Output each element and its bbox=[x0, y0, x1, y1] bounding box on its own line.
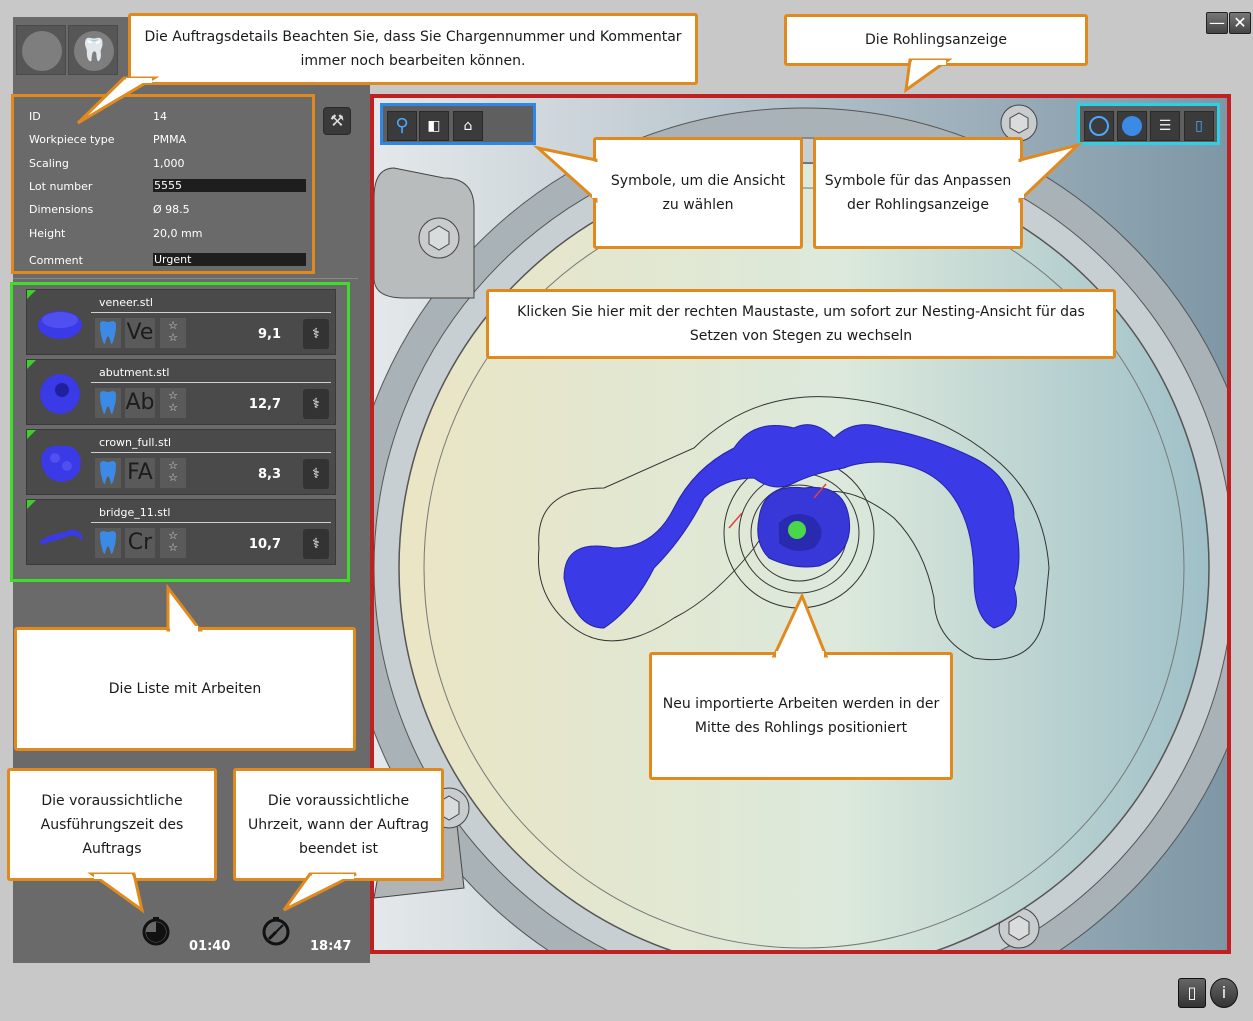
callout-new-jobs-tail bbox=[771, 592, 829, 659]
export-icon[interactable]: ▯ bbox=[1178, 978, 1206, 1008]
blank-display-toolbar: ☰ ▯ bbox=[1077, 103, 1220, 145]
view-side-icon[interactable]: ◧ bbox=[419, 111, 449, 141]
blank-outline-icon[interactable] bbox=[1084, 111, 1114, 141]
callout-end-time-tail bbox=[282, 872, 357, 912]
job-list-highlight bbox=[10, 282, 350, 582]
details-highlight bbox=[11, 94, 315, 274]
tab-blank[interactable] bbox=[16, 25, 66, 75]
view-person-icon[interactable]: ⚲ bbox=[387, 111, 417, 141]
duration-time: 01:40 bbox=[189, 939, 231, 954]
blank-solid-icon[interactable] bbox=[1117, 111, 1147, 141]
blank-icon bbox=[22, 31, 62, 71]
view-toolbar: ⚲ ◧ ⌂ bbox=[380, 103, 536, 145]
callout-end-time: Die voraussichtliche Uhrzeit, wann der A… bbox=[233, 768, 444, 881]
duration-clock-icon bbox=[142, 917, 170, 946]
callout-duration: Die voraussichtliche Ausführungszeit des… bbox=[7, 768, 217, 881]
callout-new-jobs: Neu importierte Arbeiten werden in der M… bbox=[649, 652, 953, 780]
callout-duration-tail bbox=[87, 872, 145, 914]
info-icon[interactable]: i bbox=[1210, 978, 1238, 1008]
blank-height-icon[interactable]: ☰ bbox=[1150, 111, 1180, 141]
callout-blank-symbols: Symbole für das Anpassen der Rohlingsanz… bbox=[813, 137, 1023, 249]
callout-view-symbols-tail bbox=[532, 145, 600, 204]
callout-job-list: Die Liste mit Arbeiten bbox=[14, 627, 356, 751]
tab-tooth[interactable]: 🦷 bbox=[68, 25, 118, 75]
callout-right-click: Klicken Sie hier mit der rechten Maustas… bbox=[486, 289, 1116, 359]
end-time: 18:47 bbox=[310, 939, 352, 954]
view-top-icon[interactable]: ⌂ bbox=[453, 111, 483, 141]
callout-view-symbols: Symbole, um die Ansicht zu wählen bbox=[593, 137, 803, 249]
tooth-tab-icon: 🦷 bbox=[74, 31, 114, 71]
callout-blank-display: Die Rohlingsanzeige bbox=[784, 14, 1088, 66]
minimize-button[interactable]: — bbox=[1206, 12, 1228, 34]
callout-details: Die Auftragsdetails Beachten Sie, dass S… bbox=[128, 13, 698, 85]
callout-blank-symbols-tail bbox=[1016, 142, 1084, 204]
blank-cylinder-icon[interactable]: ▯ bbox=[1184, 111, 1214, 141]
end-time-clock-icon bbox=[262, 917, 290, 946]
callout-details-tail bbox=[76, 76, 160, 125]
tools-icon[interactable]: ⚒ bbox=[323, 107, 351, 135]
callout-job-list-tail bbox=[166, 583, 204, 634]
callout-blank-display-tail bbox=[904, 58, 953, 94]
close-button[interactable]: ✕ bbox=[1229, 12, 1251, 34]
